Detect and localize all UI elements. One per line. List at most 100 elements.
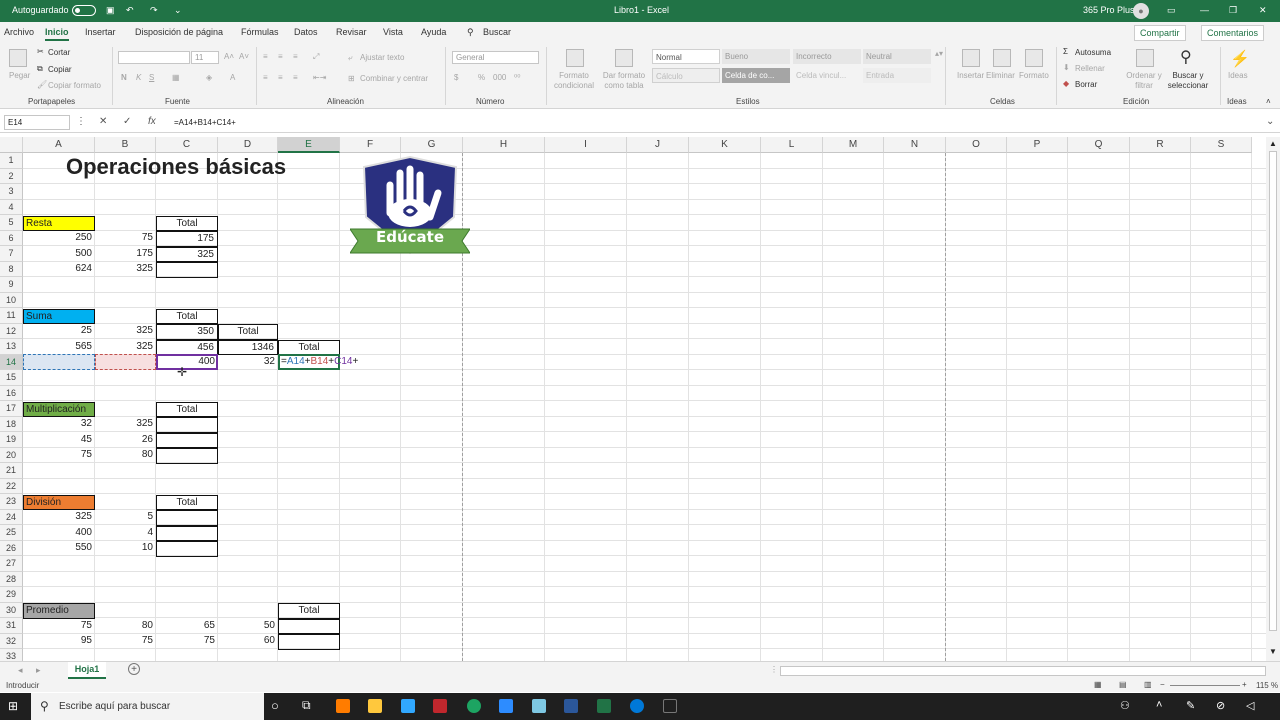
- tab-insertar[interactable]: Insertar: [85, 27, 116, 37]
- insert-function-icon[interactable]: fx: [148, 116, 156, 127]
- style-celda-vinculada[interactable]: Celda vincul...: [793, 68, 861, 83]
- column-header-M[interactable]: M: [823, 137, 884, 153]
- cell-B26[interactable]: 10: [95, 541, 156, 557]
- close-icon[interactable]: ✕: [1259, 5, 1267, 16]
- row-header-26[interactable]: 26: [0, 540, 23, 556]
- row-header-31[interactable]: 31: [0, 618, 23, 634]
- windows-start-icon[interactable]: ⊞: [8, 699, 18, 713]
- row-header-12[interactable]: 12: [0, 323, 23, 339]
- result-C20[interactable]: [156, 448, 218, 464]
- paste-button[interactable]: Pegar: [9, 71, 30, 80]
- currency-icon[interactable]: $: [454, 73, 458, 82]
- cell-B8[interactable]: 325: [95, 262, 156, 278]
- cell-A26[interactable]: 550: [23, 541, 95, 557]
- cell-D31[interactable]: 50: [218, 619, 278, 635]
- column-header-R[interactable]: R: [1130, 137, 1191, 153]
- cell-B19[interactable]: 26: [95, 433, 156, 449]
- zoom-app-icon[interactable]: [499, 699, 513, 713]
- grow-font-icon[interactable]: A˄: [224, 52, 234, 61]
- chrome-icon[interactable]: [467, 699, 481, 713]
- expand-formula-icon[interactable]: ⌄: [1266, 116, 1274, 127]
- row-header-19[interactable]: 19: [0, 432, 23, 448]
- taskbar-search[interactable]: ⚲ Escribe aquí para buscar: [31, 693, 264, 720]
- align-middle-icon[interactable]: ≡: [278, 52, 283, 61]
- cell-A12[interactable]: 25: [23, 324, 95, 340]
- customize-qat-icon[interactable]: ⌄: [174, 5, 182, 16]
- cell-A18[interactable]: 32: [23, 417, 95, 433]
- comments-button[interactable]: Comentarios: [1201, 25, 1265, 41]
- style-bueno[interactable]: Bueno: [722, 49, 790, 64]
- insert-cells-button[interactable]: Insertar: [957, 71, 984, 80]
- cell-A7[interactable]: 500: [23, 247, 95, 263]
- style-calculo[interactable]: Cálculo: [652, 68, 720, 83]
- cell-A31[interactable]: 75: [23, 619, 95, 635]
- column-header-P[interactable]: P: [1007, 137, 1068, 153]
- tell-me-search[interactable]: Buscar: [483, 27, 511, 37]
- add-sheet-icon[interactable]: +: [128, 663, 140, 675]
- column-header-E[interactable]: E: [278, 137, 340, 153]
- cell-A20[interactable]: 75: [23, 448, 95, 464]
- result-E31[interactable]: [278, 618, 340, 634]
- cell-B25[interactable]: 4: [95, 526, 156, 542]
- label-promedio[interactable]: Promedio: [23, 603, 95, 619]
- clear-button[interactable]: Borrar: [1075, 80, 1097, 89]
- italic-button[interactable]: K: [136, 73, 141, 82]
- collapse-ribbon-icon[interactable]: ˄: [1266, 97, 1271, 106]
- label-resta[interactable]: Resta: [23, 215, 95, 231]
- total-header-E30[interactable]: Total: [278, 603, 340, 619]
- cell-A25[interactable]: 400: [23, 526, 95, 542]
- sheet-tab-hoja1[interactable]: Hoja1: [68, 662, 106, 679]
- result-C7[interactable]: 325: [156, 246, 218, 262]
- column-header-F[interactable]: F: [340, 137, 401, 153]
- result-C19[interactable]: [156, 432, 218, 448]
- normal-view-icon[interactable]: ▦: [1094, 680, 1102, 689]
- autosave-toggle[interactable]: [72, 5, 96, 16]
- cell-B7[interactable]: 175: [95, 247, 156, 263]
- row-header-16[interactable]: 16: [0, 385, 23, 401]
- total-header-C5[interactable]: Total: [156, 215, 218, 231]
- cut-icon[interactable]: ✂: [37, 47, 44, 56]
- acrobat-icon[interactable]: [433, 699, 447, 713]
- total-header-C23[interactable]: Total: [156, 494, 218, 510]
- cut-button[interactable]: Cortar: [48, 48, 70, 57]
- zoom-in-icon[interactable]: +: [1242, 680, 1247, 689]
- total-header-D12[interactable]: Total: [218, 324, 278, 340]
- result-C25[interactable]: [156, 525, 218, 541]
- tab-next-icon[interactable]: ▸: [36, 665, 41, 676]
- result-C24[interactable]: [156, 510, 218, 526]
- select-all-corner[interactable]: [0, 137, 23, 153]
- cancel-icon[interactable]: ✕: [99, 116, 107, 127]
- conditional-format-button[interactable]: Formato condicional: [552, 71, 596, 91]
- row-header-5[interactable]: 5: [0, 215, 23, 231]
- cortana-icon[interactable]: ○: [271, 698, 279, 713]
- row-header-28[interactable]: 28: [0, 571, 23, 587]
- format-table-icon[interactable]: [615, 49, 633, 67]
- wrap-text-icon[interactable]: ⤶: [348, 53, 352, 63]
- tab-formulas[interactable]: Fórmulas: [241, 27, 279, 37]
- tab-revisar[interactable]: Revisar: [336, 27, 367, 37]
- restore-icon[interactable]: ❐: [1229, 5, 1237, 16]
- tab-ayuda[interactable]: Ayuda: [421, 27, 446, 37]
- redo-icon[interactable]: ↷: [150, 5, 158, 16]
- style-celda-comprobacion[interactable]: Celda de co...: [722, 68, 790, 83]
- merge-icon[interactable]: ⊞: [348, 74, 355, 83]
- cell-A32[interactable]: 95: [23, 634, 95, 650]
- result-C8[interactable]: [156, 262, 218, 278]
- column-header-Q[interactable]: Q: [1068, 137, 1130, 153]
- tab-prev-icon[interactable]: ◂: [18, 665, 23, 676]
- ideas-button[interactable]: Ideas: [1228, 71, 1248, 80]
- row-header-8[interactable]: 8: [0, 261, 23, 277]
- format-painter-icon[interactable]: 🖌: [37, 80, 47, 89]
- row-header-32[interactable]: 32: [0, 633, 23, 649]
- find-icon[interactable]: ⚲: [1180, 47, 1192, 67]
- result-C26[interactable]: [156, 541, 218, 557]
- row-header-6[interactable]: 6: [0, 230, 23, 246]
- row-header-1[interactable]: 1: [0, 153, 23, 169]
- ribbon-display-icon[interactable]: ▭: [1167, 5, 1176, 16]
- orientation-icon[interactable]: ⤢: [313, 52, 319, 62]
- style-neutral[interactable]: Neutral: [863, 49, 931, 64]
- cell-A19[interactable]: 45: [23, 433, 95, 449]
- tab-inicio[interactable]: Inicio: [45, 27, 69, 41]
- format-cells-button[interactable]: Formato: [1019, 71, 1049, 80]
- minimize-icon[interactable]: —: [1200, 5, 1209, 15]
